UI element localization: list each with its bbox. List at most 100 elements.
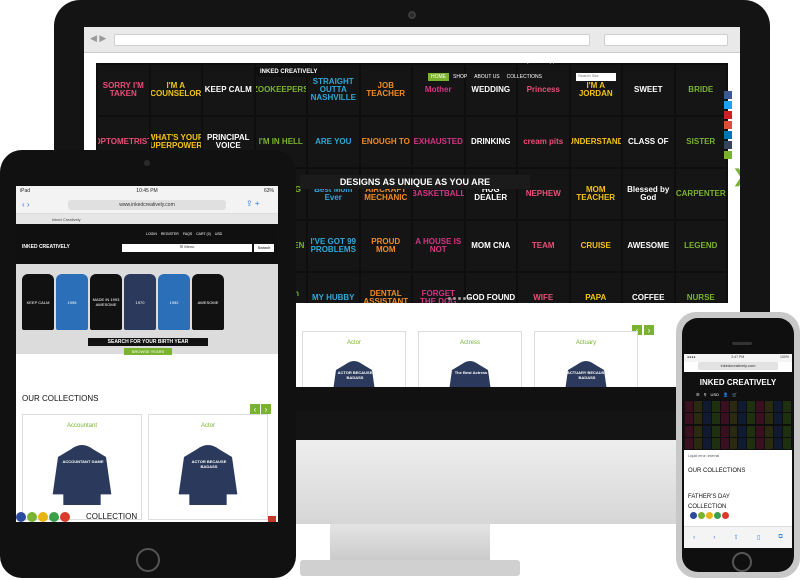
address-bar[interactable] — [114, 34, 590, 46]
hero-tile — [685, 401, 693, 412]
hero-shirt: 1970 — [124, 274, 156, 330]
back-forward-icon[interactable]: ◀ ▶ — [90, 33, 106, 44]
hero-tile[interactable]: SISTER — [675, 117, 726, 167]
hero-tile[interactable]: cream pits — [518, 117, 569, 167]
menu-item[interactable]: ABOUT US — [471, 73, 502, 81]
share-icon[interactable] — [724, 151, 732, 159]
hero-tile[interactable]: ARE YOU — [308, 117, 359, 167]
header-icon[interactable]: 👤 — [723, 392, 728, 397]
header-icon[interactable]: 🛒 — [732, 392, 737, 397]
hero-tile — [729, 401, 738, 412]
util-link[interactable]: FAQS — [183, 232, 192, 236]
collection-title[interactable]: Accountant — [23, 415, 141, 429]
hero-tile — [774, 425, 783, 437]
collection-title[interactable]: Actor — [149, 415, 267, 429]
util-link[interactable]: REGISTER — [494, 59, 514, 64]
hero-tile — [693, 413, 702, 425]
linkedin-icon[interactable] — [724, 131, 732, 139]
pinterest-icon[interactable] — [724, 111, 732, 119]
menu-item[interactable]: COLLECTIONS — [504, 73, 545, 81]
hero-tile — [702, 437, 711, 449]
shield-icon — [268, 516, 276, 522]
browser-search-bar[interactable] — [604, 34, 728, 46]
hero-tile[interactable]: MOM TEACHER — [570, 169, 621, 219]
hero-tile — [720, 425, 729, 437]
hero-tile[interactable]: LEGEND — [675, 221, 726, 271]
site-search-input[interactable]: Search Site — [576, 73, 616, 81]
tumblr-icon[interactable] — [724, 141, 732, 149]
util-link[interactable]: LOGIN — [146, 232, 157, 236]
share-icon[interactable]: ⇪ + — [246, 199, 260, 208]
hoodie-image — [52, 445, 112, 505]
util-link[interactable]: USD — [215, 232, 222, 236]
address-bar[interactable]: inkedcreatively.com — [698, 362, 778, 370]
hero-tile — [711, 401, 720, 412]
clock-label: 10:45 PM — [136, 188, 158, 194]
hero-tile[interactable]: AWESOME — [623, 221, 674, 271]
util-link[interactable]: CART (0) — [196, 232, 211, 236]
menu-item[interactable]: SHOP — [450, 73, 470, 81]
collection-card[interactable]: Actor ACTOR BECAUSE BADASS — [148, 414, 268, 520]
back-icon[interactable]: ‹ — [693, 535, 695, 541]
site-logo[interactable]: INKED CREATIVELY — [22, 244, 70, 250]
tabs-icon[interactable]: ⧉ — [779, 534, 783, 541]
hero-banner: KEEP CALM 1996 MADE IN 1993 AWESOME 1970 195… — [16, 264, 278, 355]
util-link[interactable]: FAQS — [521, 59, 532, 64]
back-icon[interactable]: ‹ › — [22, 200, 30, 209]
ipad-device: iPad 10:45 PM 63% ‹ › ⇪ + www.inkedcreat… — [0, 150, 296, 578]
hero-tile[interactable]: CRUISE — [570, 221, 621, 271]
home-button[interactable] — [136, 548, 160, 572]
site-logo[interactable]: INKED CREATIVELY — [684, 378, 792, 387]
hero-tile[interactable]: TEAM — [518, 221, 569, 271]
twitter-icon[interactable] — [724, 101, 732, 109]
hero-tile[interactable]: CARPENTER — [675, 169, 726, 219]
hoodie-print-text: ACTOR BECAUSE BADASS — [337, 370, 373, 380]
util-link[interactable]: LOGIN — [476, 59, 488, 64]
util-link[interactable]: REGISTER — [161, 232, 179, 236]
badge-icon — [690, 512, 697, 519]
hero-tile[interactable]: CLASS OF — [623, 117, 674, 167]
hero-tile[interactable]: UNDERSTAND — [570, 117, 621, 167]
hero-tile[interactable]: DRINKING — [465, 117, 516, 167]
slider-dots[interactable] — [448, 297, 471, 300]
hero-tile[interactable]: EXHAUSTED — [413, 117, 464, 167]
phone-screen: ●●●● 2:47 PM 100% inkedcreatively.com IN… — [684, 354, 792, 548]
address-bar[interactable]: www.inkedcreatively.com — [68, 200, 226, 210]
util-link[interactable]: USD — [560, 59, 568, 64]
product-title[interactable]: Actor — [303, 332, 405, 346]
util-link[interactable]: CART (0) — [538, 59, 555, 64]
facebook-icon[interactable] — [724, 91, 732, 99]
hero-tile[interactable]: PROUD MOM — [360, 221, 411, 271]
hero-tile[interactable]: I'VE GOT 99 PROBLEMS — [308, 221, 359, 271]
hero-tile — [738, 437, 747, 449]
product-title[interactable]: Actress — [419, 332, 521, 346]
forward-icon[interactable]: › — [713, 535, 715, 541]
menu-button[interactable]: ☰ Menu — [122, 244, 252, 252]
badge-icon — [60, 512, 70, 522]
hero-tile[interactable]: MOM CNA — [465, 221, 516, 271]
header-icon[interactable]: ☰ — [696, 392, 700, 397]
apple-logo-icon — [392, 444, 432, 490]
home-button[interactable] — [732, 552, 752, 572]
browse-years-button[interactable]: BROWSE YEARS — [124, 348, 172, 355]
bookmarks-icon[interactable]: ▯ — [757, 534, 760, 541]
share-icon[interactable]: ⇪ — [734, 534, 739, 541]
browser-tab[interactable]: Inked Creatively — [16, 214, 278, 224]
menu-item[interactable]: HOME — [428, 73, 449, 81]
slider-next-icon[interactable]: ❯ — [732, 167, 740, 185]
hero-tile — [693, 401, 702, 412]
carousel-next-icon[interactable]: › — [644, 325, 654, 335]
search-button[interactable]: Search — [254, 244, 274, 252]
hero-tile[interactable]: A HOUSE IS NOT — [413, 221, 464, 271]
site-logo[interactable]: INKED CREATIVELY — [256, 67, 322, 77]
header-icon[interactable]: USD — [711, 392, 719, 397]
carousel-prev-icon[interactable]: ‹ — [250, 404, 260, 414]
hero-tile — [747, 401, 756, 412]
header-icon[interactable]: ⚲ — [704, 392, 707, 397]
hero-tile[interactable]: Blessed by God — [623, 169, 674, 219]
carousel-next-icon[interactable]: › — [261, 404, 271, 414]
google-plus-icon[interactable] — [724, 121, 732, 129]
hero-tile[interactable]: ENOUGH TO — [360, 117, 411, 167]
collection-card[interactable]: Accountant ACCOUNTANT GAME — [22, 414, 142, 520]
product-title[interactable]: Actuary — [535, 332, 637, 346]
